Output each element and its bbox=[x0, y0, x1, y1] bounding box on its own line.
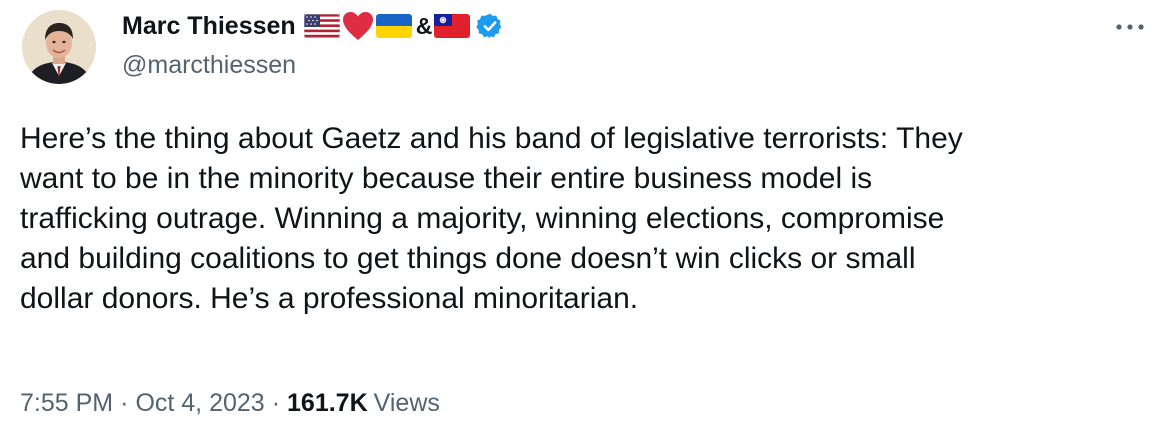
tweet-meta: 7:55 PM · Oct 4, 2023 · 161.7K Views bbox=[20, 389, 440, 418]
tweet-date[interactable]: Oct 4, 2023 bbox=[135, 389, 264, 418]
views-count[interactable]: 161.7K bbox=[287, 389, 368, 418]
meta-separator: · bbox=[120, 389, 129, 417]
tweet-time[interactable]: 7:55 PM bbox=[20, 389, 113, 418]
avatar[interactable] bbox=[22, 10, 96, 84]
more-horizontal-icon[interactable] bbox=[1114, 20, 1146, 34]
author-handle[interactable]: @marcthiessen bbox=[122, 51, 296, 80]
us-flag-icon bbox=[303, 14, 340, 38]
red-heart-icon bbox=[342, 11, 374, 41]
ampersand-text: & bbox=[415, 12, 433, 39]
verified-badge-icon[interactable] bbox=[476, 12, 504, 40]
name-decorations: & bbox=[303, 11, 507, 41]
taiwan-flag-icon bbox=[434, 14, 471, 38]
ukraine-flag-icon bbox=[375, 14, 412, 38]
author-name-row: Marc Thiessen & bbox=[122, 11, 506, 41]
tweet-card: Marc Thiessen & @marcthiessen Here’s the… bbox=[0, 0, 1170, 442]
views-label: Views bbox=[373, 389, 440, 417]
meta-separator: · bbox=[271, 389, 281, 417]
tweet-text: Here’s the thing about Gaetz and his ban… bbox=[20, 122, 963, 315]
author-name[interactable]: Marc Thiessen bbox=[122, 12, 296, 41]
avatar-image bbox=[22, 10, 96, 84]
